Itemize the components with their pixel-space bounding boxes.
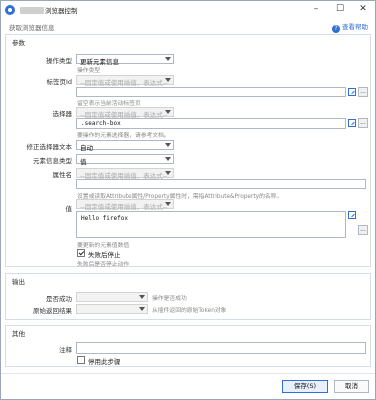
chevron-down-icon	[165, 157, 171, 161]
token-hint: 从插件返回的原始Token对象	[152, 308, 227, 314]
title-bar: 浏览器控制 – ☐ ✕	[1, 1, 375, 19]
correct-selector-label: 修正选择器文本	[26, 143, 73, 151]
chevron-down-icon	[139, 295, 145, 299]
edit-icon[interactable]	[348, 211, 356, 219]
attr-name-label: 属性名	[52, 171, 73, 179]
success-hint: 操作是否成功	[152, 296, 187, 302]
chevron-down-icon	[139, 307, 145, 311]
chevron-down-icon	[165, 143, 171, 147]
elem-info-value: 值	[80, 158, 87, 166]
disable-step-checkbox[interactable]	[77, 356, 85, 364]
footer-divider	[1, 373, 375, 374]
elem-info-label: 元素信息类型	[33, 157, 72, 165]
stop-on-fail-label: 失败后停止	[88, 251, 121, 259]
output-section: 输出 是否成功 操作是否成功 原始返回结果 从插件返回的原始Token对象	[5, 273, 371, 320]
correct-selector-select[interactable]: 自动	[76, 140, 174, 152]
help-link[interactable]: ? 查看帮助	[332, 21, 368, 33]
tab-id-label: 标签页Id	[46, 78, 72, 86]
op-type-hint: 操作类型	[77, 68, 101, 74]
disable-step-label: 停用此步骤	[88, 358, 121, 366]
cancel-button[interactable]: 取消	[334, 380, 369, 393]
tab-id-more-button[interactable]: ...	[358, 87, 368, 97]
edit-icon[interactable]	[348, 88, 356, 96]
chevron-down-icon	[165, 78, 171, 82]
tab-id-placeholder: --固定值或使用插值、表达式--	[80, 79, 168, 87]
selector-more-button[interactable]: ...	[358, 118, 368, 128]
value-more-button[interactable]: ...	[358, 225, 368, 235]
help-label: 查看帮助	[342, 23, 368, 31]
tab-id-input[interactable]	[76, 87, 346, 97]
attr-name-input[interactable]	[76, 179, 366, 189]
token-label: 原始返回结果	[33, 307, 72, 315]
value-hint: 要更新的元素值数值	[77, 243, 130, 249]
op-type-select[interactable]: 更新元素信息	[76, 54, 174, 66]
selector-select[interactable]: --固定值或使用插值、表达式--	[76, 107, 174, 119]
chevron-down-icon	[165, 110, 171, 114]
dialog-header: 获取浏览器信息 ? 查看帮助	[1, 19, 375, 33]
other-section: 其他 注释 停用此步骤	[5, 325, 371, 367]
attr-name-select[interactable]: --固定值或使用插值、表达式--	[76, 168, 174, 180]
success-label: 是否成功	[46, 295, 72, 303]
chevron-down-icon	[165, 57, 171, 61]
dialog-window: 浏览器控制 – ☐ ✕ 获取浏览器信息 ? 查看帮助 参数 操作类型 更新元素信息…	[0, 0, 376, 400]
selector-hint: 要操作的元素选择器，请参考文档。	[77, 133, 170, 139]
success-select[interactable]	[76, 292, 148, 302]
selector-label: 选择器	[52, 110, 73, 118]
chevron-down-icon	[165, 171, 171, 175]
dialog-description: 获取浏览器信息	[9, 24, 55, 32]
elem-info-select[interactable]: 值	[76, 154, 174, 166]
op-type-label: 操作类型	[46, 57, 72, 65]
maximize-button[interactable]: ☐	[329, 2, 351, 17]
value-select[interactable]: --固定值或使用插值、表达式--	[76, 199, 174, 211]
stop-on-fail-checkbox[interactable]	[77, 249, 85, 257]
tab-id-hint: 留空表示当前活动标签页	[77, 101, 141, 107]
stop-on-fail-hint: 失败后是否停止动作	[77, 262, 130, 268]
value-text: Hello firefox	[81, 215, 128, 222]
note-input[interactable]	[76, 342, 366, 354]
value-placeholder: --固定值或使用插值、表达式--	[80, 203, 168, 211]
selector-input[interactable]: .search-box	[76, 118, 346, 129]
other-title: 其他	[12, 330, 25, 338]
correct-selector-value: 自动	[80, 144, 93, 152]
close-button[interactable]: ✕	[352, 2, 374, 17]
minimize-button[interactable]: –	[305, 2, 327, 17]
edit-icon[interactable]	[348, 119, 356, 127]
window-title: 浏览器控制	[20, 5, 78, 15]
token-select[interactable]	[76, 304, 148, 314]
app-icon	[5, 5, 15, 15]
save-button[interactable]: 保存(S)	[282, 380, 328, 393]
chevron-down-icon	[165, 202, 171, 206]
params-title: 参数	[12, 39, 25, 47]
help-icon: ?	[332, 25, 340, 33]
params-section: 参数 操作类型 更新元素信息 操作类型 标签页Id --固定值或使用插值、表达式…	[5, 34, 371, 268]
note-label: 注释	[59, 346, 72, 354]
selector-value: .search-box	[81, 120, 121, 127]
output-title: 输出	[12, 278, 25, 286]
tab-id-select[interactable]: --固定值或使用插值、表达式--	[76, 75, 174, 87]
value-label: 值	[65, 205, 73, 213]
value-textarea[interactable]: Hello firefox	[76, 211, 346, 238]
